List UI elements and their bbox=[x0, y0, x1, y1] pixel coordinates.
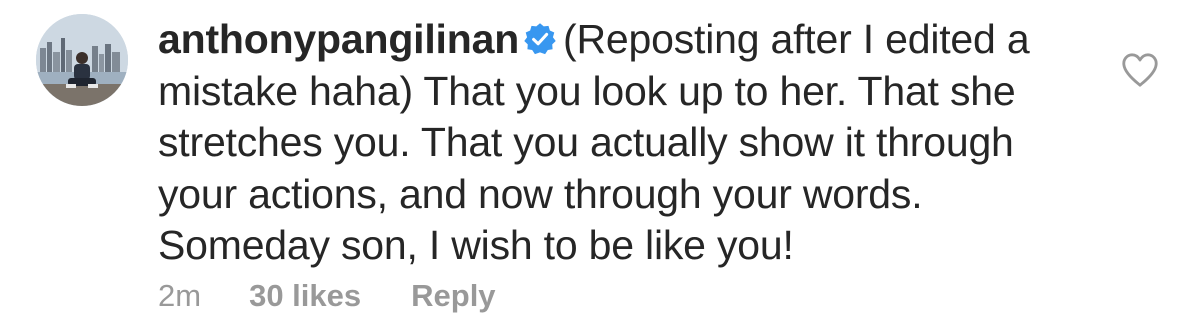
comment: anthonypangilinan (Reposting after I edi… bbox=[0, 0, 1200, 334]
avatar-photo bbox=[36, 14, 128, 106]
verified-badge-icon bbox=[524, 23, 556, 55]
comment-username[interactable]: anthonypangilinan bbox=[158, 16, 519, 62]
comment-time[interactable]: 2m bbox=[158, 278, 201, 314]
avatar[interactable] bbox=[36, 14, 128, 106]
comment-meta: 2m 30 likes Reply bbox=[158, 278, 496, 318]
comment-body: anthonypangilinan (Reposting after I edi… bbox=[158, 14, 1058, 272]
heart-outline-icon[interactable] bbox=[1121, 52, 1159, 88]
reply-button[interactable]: Reply bbox=[411, 278, 495, 314]
comment-likes[interactable]: 30 likes bbox=[249, 278, 361, 314]
